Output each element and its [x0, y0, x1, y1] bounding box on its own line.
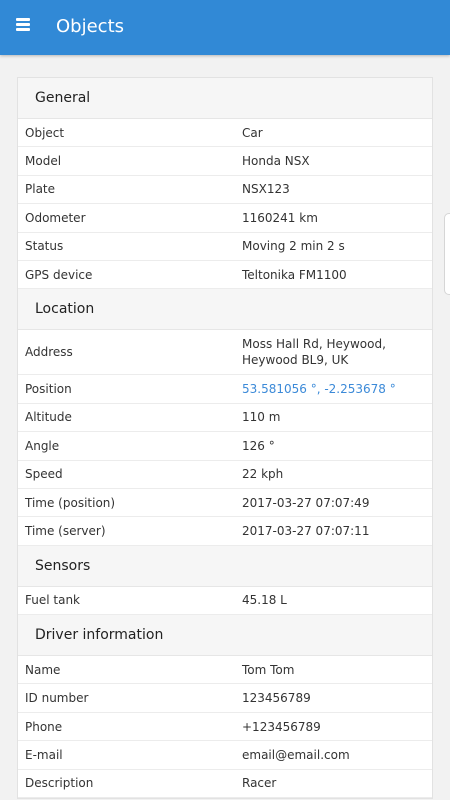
- detail-label: GPS device: [25, 267, 93, 282]
- detail-row-model: Model Honda NSX: [18, 147, 432, 176]
- detail-label: Name: [25, 662, 61, 677]
- detail-value: Teltonika FM1100: [242, 267, 347, 282]
- detail-value: 22 kph: [242, 467, 284, 482]
- detail-value: Moving 2 min 2 s: [242, 239, 345, 254]
- detail-row-object: Object Car: [18, 119, 432, 148]
- detail-value: 126 °: [242, 438, 275, 453]
- section-header-sensors: Sensors: [18, 545, 432, 587]
- detail-row-email: E-mail email@email.com: [18, 741, 432, 770]
- detail-value: Racer: [242, 776, 277, 791]
- detail-value: 110 m: [242, 410, 281, 425]
- detail-label: Time (position): [25, 495, 116, 510]
- side-drawer-handle[interactable]: [444, 213, 450, 295]
- detail-label: Description: [25, 776, 94, 791]
- detail-row-fuel-tank: Fuel tank 45.18 L: [18, 587, 432, 616]
- detail-row-name: Name Tom Tom: [18, 656, 432, 685]
- detail-label: Fuel tank: [25, 593, 80, 608]
- detail-row-address: Address Moss Hall Rd, Heywood, Heywood B…: [18, 330, 432, 376]
- detail-label: Address: [25, 345, 73, 360]
- detail-value: 45.18 L: [242, 593, 287, 608]
- detail-value: 123456789: [242, 691, 311, 706]
- detail-row-id-number: ID number 123456789: [18, 684, 432, 713]
- detail-label: ID number: [25, 691, 89, 706]
- detail-label: Model: [25, 154, 62, 169]
- detail-row-gps-device: GPS device Teltonika FM1100: [18, 261, 432, 290]
- detail-label: Position: [25, 382, 72, 397]
- detail-label: Plate: [25, 182, 56, 197]
- detail-value: Moss Hall Rd, Heywood, Heywood BL9, UK: [242, 337, 386, 368]
- detail-row-angle: Angle 126 °: [18, 432, 432, 461]
- detail-value: 2017-03-27 07:07:49: [242, 495, 370, 510]
- detail-row-altitude: Altitude 110 m: [18, 404, 432, 433]
- detail-row-phone: Phone +123456789: [18, 713, 432, 742]
- detail-row-position: Position 53.581056 °, -2.253678 °: [18, 375, 432, 404]
- detail-row-description: Description Racer: [18, 770, 432, 799]
- detail-value: 1160241 km: [242, 210, 318, 225]
- object-details-card: General Object Car Model Honda NSX Plate…: [17, 77, 433, 800]
- detail-value: 2017-03-27 07:07:11: [242, 523, 370, 538]
- detail-row-odometer: Odometer 1160241 km: [18, 204, 432, 233]
- detail-row-plate: Plate NSX123: [18, 176, 432, 205]
- detail-value: Honda NSX: [242, 154, 310, 169]
- hamburger-menu-icon[interactable]: [14, 13, 38, 39]
- detail-row-status: Status Moving 2 min 2 s: [18, 233, 432, 261]
- detail-row-time-server: Time (server) 2017-03-27 07:07:11: [18, 517, 432, 546]
- detail-label: Time (server): [25, 523, 106, 538]
- detail-row-time-position: Time (position) 2017-03-27 07:07:49: [18, 489, 432, 518]
- detail-label: Angle: [25, 438, 60, 453]
- detail-label: Altitude: [25, 410, 72, 425]
- app-bar: Objects: [0, 0, 450, 55]
- detail-label: Odometer: [25, 210, 86, 225]
- detail-label: E-mail: [25, 747, 63, 762]
- section-header-general: General: [18, 78, 432, 119]
- detail-value: email@email.com: [242, 747, 350, 762]
- detail-value: NSX123: [242, 182, 290, 197]
- position-link[interactable]: 53.581056 °, -2.253678 °: [242, 375, 432, 402]
- section-header-driver: Driver information: [18, 615, 432, 657]
- detail-value: Car: [242, 125, 263, 140]
- section-header-location: Location: [18, 289, 432, 331]
- detail-row-speed: Speed 22 kph: [18, 461, 432, 489]
- detail-value: +123456789: [242, 719, 321, 734]
- detail-value: Tom Tom: [242, 662, 295, 677]
- detail-label: Phone: [25, 719, 63, 734]
- page-title: Objects: [56, 16, 125, 37]
- detail-label: Status: [25, 239, 64, 254]
- detail-label: Speed: [25, 467, 63, 482]
- detail-label: Object: [25, 125, 65, 140]
